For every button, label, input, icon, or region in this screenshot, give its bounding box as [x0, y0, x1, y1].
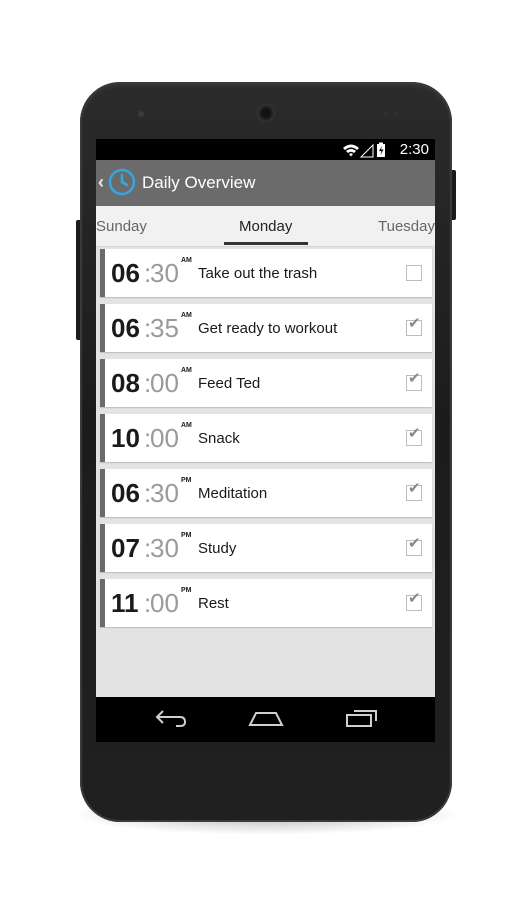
time-minute: 00	[150, 368, 179, 398]
status-time: 2:30	[399, 141, 429, 158]
time-ampm: PM	[181, 532, 192, 539]
home-icon[interactable]	[248, 707, 284, 729]
status-icons	[343, 142, 391, 158]
time-hour: 08	[111, 368, 140, 398]
task-row[interactable]: 06 : 30 AM Take out the trash	[100, 249, 432, 297]
time-ampm: AM	[181, 257, 192, 264]
task-checkbox[interactable]: ✔	[406, 591, 422, 611]
card-accent-bar	[100, 469, 105, 517]
task-checkbox[interactable]: ✔	[406, 426, 422, 446]
wifi-icon	[343, 144, 359, 157]
checkmark-icon: ✔	[408, 370, 421, 387]
action-bar: ‹ Daily Overview	[96, 160, 435, 206]
time-ampm: AM	[181, 422, 192, 429]
task-label: Feed Ted	[198, 375, 261, 392]
card-accent-bar	[100, 249, 105, 297]
navigation-bar	[96, 697, 435, 742]
earpiece-speaker	[257, 104, 275, 122]
time-ampm: PM	[181, 477, 192, 484]
time-ampm: AM	[181, 367, 192, 374]
tab-indicator	[224, 242, 308, 245]
task-checkbox[interactable]: ✔	[406, 536, 422, 556]
clock-icon[interactable]	[108, 168, 136, 196]
time-hour: 11	[111, 588, 139, 618]
battery-icon	[377, 142, 385, 157]
task-checkbox[interactable]: ✔	[406, 316, 422, 336]
status-bar: 2:30	[96, 139, 435, 160]
time-minute: 00	[150, 588, 179, 618]
light-sensor	[394, 111, 399, 116]
task-checkbox[interactable]: ✔	[406, 371, 422, 391]
proximity-sensor	[384, 111, 389, 116]
task-list: 06 : 30 AM Take out the trash 06 : 35 AM…	[96, 247, 435, 697]
chevron-left-icon[interactable]: ‹	[98, 172, 104, 193]
page-title: Daily Overview	[142, 173, 256, 192]
recent-apps-icon[interactable]	[344, 707, 380, 729]
task-row[interactable]: 07 : 30 PM Study ✔	[100, 524, 432, 572]
checkmark-icon: ✔	[408, 535, 421, 552]
time-ampm: PM	[181, 587, 192, 594]
task-checkbox[interactable]: ✔	[406, 481, 422, 501]
day-tabs: Sunday Monday Tuesday	[96, 206, 435, 247]
time-minute: 30	[150, 533, 179, 563]
task-checkbox[interactable]	[406, 265, 422, 281]
task-label: Take out the trash	[198, 265, 318, 282]
task-row[interactable]: 11 : 00 PM Rest ✔	[100, 579, 432, 627]
task-label: Get ready to workout	[198, 320, 338, 337]
task-label: Snack	[198, 430, 240, 447]
task-label: Meditation	[198, 485, 268, 502]
time-hour: 06	[111, 258, 140, 288]
signal-icon	[359, 143, 374, 158]
card-accent-bar	[100, 359, 105, 407]
tab-sunday[interactable]: Sunday	[96, 218, 147, 235]
back-icon[interactable]	[154, 707, 188, 729]
time-minute: 30	[150, 478, 179, 508]
time-ampm: AM	[181, 312, 192, 319]
time-hour: 06	[111, 313, 140, 343]
checkmark-icon: ✔	[408, 315, 421, 332]
tab-tuesday[interactable]: Tuesday	[378, 218, 435, 235]
time-minute: 35	[150, 313, 179, 343]
checkmark-icon: ✔	[408, 590, 421, 607]
time-hour: 10	[111, 423, 140, 453]
task-row[interactable]: 08 : 00 AM Feed Ted ✔	[100, 359, 432, 407]
task-label: Study	[198, 540, 237, 557]
time-minute: 30	[150, 258, 179, 288]
time-hour: 06	[111, 478, 140, 508]
tab-monday[interactable]: Monday	[239, 218, 292, 235]
front-camera	[138, 111, 144, 117]
card-accent-bar	[100, 579, 105, 627]
task-row[interactable]: 10 : 00 AM Snack ✔	[100, 414, 432, 462]
card-accent-bar	[100, 524, 105, 572]
status-icons-group	[343, 142, 385, 158]
time-minute: 00	[150, 423, 179, 453]
task-row[interactable]: 06 : 35 AM Get ready to workout ✔	[100, 304, 432, 352]
checkmark-icon: ✔	[408, 425, 421, 442]
card-accent-bar	[100, 414, 105, 462]
task-row[interactable]: 06 : 30 PM Meditation ✔	[100, 469, 432, 517]
time-hour: 07	[111, 533, 140, 563]
checkmark-icon: ✔	[408, 480, 421, 497]
card-accent-bar	[100, 304, 105, 352]
task-label: Rest	[198, 595, 229, 612]
screen: 2:30 ‹ Daily Overview Sunday Monday Tues…	[96, 139, 435, 742]
